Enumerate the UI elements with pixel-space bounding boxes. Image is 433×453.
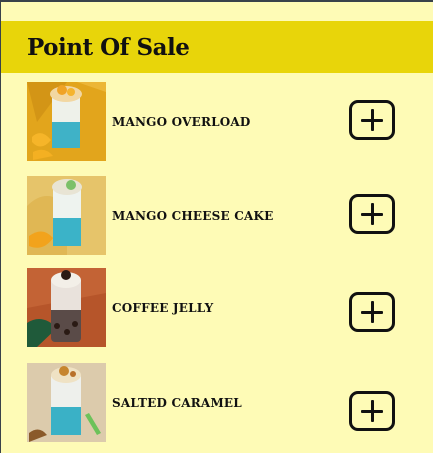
product-name: COFFEE JELLY	[112, 301, 214, 315]
product-item-mango-cheese-cake: MANGO CHEESE CAKE	[1, 176, 433, 256]
add-button-mango-cheese-cake[interactable]	[349, 194, 395, 234]
product-item-salted-caramel: SALTED CARAMEL	[1, 363, 433, 443]
plus-icon-stroke	[370, 203, 374, 225]
add-button-coffee-jelly[interactable]	[349, 292, 395, 332]
product-name: SALTED CARAMEL	[112, 396, 242, 410]
plus-icon-stroke	[370, 301, 374, 323]
product-item-coffee-jelly: COFFEE JELLY	[1, 268, 433, 348]
page-title: Point Of Sale	[27, 33, 190, 61]
header-bar: Point Of Sale	[1, 21, 433, 73]
product-image	[27, 176, 106, 255]
add-button-mango-overload[interactable]	[349, 100, 395, 140]
add-button-salted-caramel[interactable]	[349, 391, 395, 431]
plus-icon-stroke	[370, 109, 374, 131]
pos-window: Point Of Sale MANGO OVERLOAD MANGO CHEES…	[1, 2, 433, 453]
product-image	[27, 268, 106, 347]
top-strip	[1, 2, 433, 21]
product-name: MANGO CHEESE CAKE	[112, 209, 274, 223]
product-name: MANGO OVERLOAD	[112, 115, 251, 129]
plus-icon-stroke	[370, 400, 374, 422]
product-image	[27, 363, 106, 442]
product-image	[27, 82, 106, 161]
product-item-mango-overload: MANGO OVERLOAD	[1, 82, 433, 162]
